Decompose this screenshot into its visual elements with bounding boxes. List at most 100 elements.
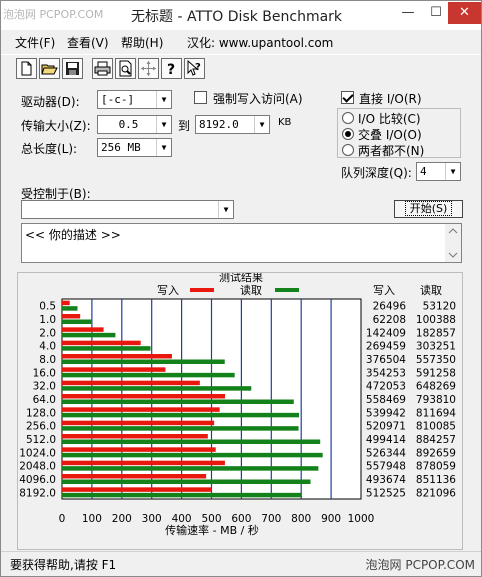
total-length-value: 256 MB xyxy=(101,141,141,154)
x-tick-label: 800 xyxy=(291,513,311,525)
start-button[interactable]: 开始(S) xyxy=(394,200,463,218)
read-value-label: 811694 xyxy=(416,407,456,419)
menu-localization: 汉化: www.upantool.com xyxy=(187,36,334,50)
x-tick-label: 900 xyxy=(321,513,341,525)
maximize-button[interactable]: ☐ xyxy=(422,2,450,24)
description-text: << 你的描述 >> xyxy=(25,228,121,242)
write-value-label: 62208 xyxy=(373,314,406,326)
write-value-label: 142409 xyxy=(366,327,406,339)
write-bar xyxy=(62,380,200,386)
overlapped-io-radio[interactable] xyxy=(342,128,354,140)
write-value-label: 520971 xyxy=(366,421,406,433)
write-bar xyxy=(62,474,207,479)
context-help-icon[interactable]: ? xyxy=(184,58,205,79)
read-bar xyxy=(62,452,323,458)
title-bar[interactable]: 泡泡网 PCPOP.COM 无标题 - ATTO Disk Benchmark … xyxy=(1,1,481,30)
print-icon[interactable] xyxy=(92,58,113,79)
queue-depth-value: 4 xyxy=(420,165,427,178)
io-mode-group: I/O 比较(C) 交叠 I/O(O) 两者都不(N) xyxy=(337,108,461,158)
write-bar xyxy=(62,327,104,332)
chevron-down-icon[interactable]: ▼ xyxy=(254,116,269,133)
read-bar xyxy=(62,346,151,351)
chevron-down-icon[interactable]: ▼ xyxy=(156,139,171,156)
queue-depth-select[interactable]: 4 ▼ xyxy=(416,162,461,181)
col-header-read: 读取 xyxy=(420,283,442,297)
write-bar xyxy=(62,447,216,452)
io-compare-radio[interactable] xyxy=(342,112,354,124)
queue-depth-label: 队列深度(Q): xyxy=(341,166,412,180)
menu-help[interactable]: 帮助(H) xyxy=(121,34,163,51)
write-value-label: 376504 xyxy=(366,354,406,366)
x-tick-label: 1000 xyxy=(348,513,375,525)
write-value-label: 354253 xyxy=(366,367,406,379)
drive-label: 驱动器(D): xyxy=(21,95,80,109)
close-button[interactable]: ✕ xyxy=(448,2,481,24)
kb-label: KB xyxy=(278,117,292,128)
chevron-down-icon[interactable]: ▼ xyxy=(218,201,233,218)
legend-write-swatch xyxy=(190,288,214,292)
write-value-label: 512525 xyxy=(366,487,406,499)
y-tick-label: 512.0 xyxy=(26,434,56,446)
watermark-top: 泡泡网 PCPOP.COM xyxy=(3,8,104,21)
read-bar xyxy=(62,386,252,391)
read-value-label: 591258 xyxy=(416,367,456,379)
chevron-down-icon[interactable]: ▼ xyxy=(156,116,171,133)
write-bar xyxy=(62,394,226,399)
chart-title: 测试结果 xyxy=(219,273,263,284)
print-preview-icon[interactable] xyxy=(115,58,136,79)
app-window: 泡泡网 PCPOP.COM 无标题 - ATTO Disk Benchmark … xyxy=(0,0,482,577)
transfer-from-select[interactable]: 0.5 ▼ xyxy=(97,115,172,134)
minimize-button[interactable]: — xyxy=(394,2,422,24)
x-tick-label: 100 xyxy=(82,513,102,525)
write-bar xyxy=(62,367,166,372)
write-bar xyxy=(62,314,81,319)
new-file-icon[interactable] xyxy=(16,58,37,79)
read-bar xyxy=(62,426,299,431)
x-tick-label: 300 xyxy=(142,513,162,525)
read-value-label: 648269 xyxy=(416,381,456,393)
description-scrollbar[interactable] xyxy=(445,224,461,262)
write-value-label: 526344 xyxy=(366,447,406,459)
neither-label: 两者都不(N) xyxy=(358,144,425,158)
force-write-checkbox[interactable] xyxy=(194,91,207,104)
io-compare-label: I/O 比较(C) xyxy=(358,112,421,126)
read-value-label: 303251 xyxy=(416,341,456,353)
controlled-by-select[interactable]: ▼ xyxy=(21,200,234,219)
svg-text:?: ? xyxy=(167,62,175,78)
read-bar xyxy=(62,492,302,498)
total-length-select[interactable]: 256 MB ▼ xyxy=(97,138,172,157)
chevron-down-icon[interactable]: ▼ xyxy=(156,91,171,108)
x-tick-label: 200 xyxy=(112,513,132,525)
y-tick-label: 16.0 xyxy=(33,367,56,379)
menu-bar: 文件(F) 查看(V) 帮助(H) 汉化: www.upantool.com xyxy=(1,31,481,53)
neither-radio[interactable] xyxy=(342,144,354,156)
y-tick-label: 2.0 xyxy=(39,327,56,339)
drive-select[interactable]: [-c-] ▼ xyxy=(97,90,172,109)
read-bar xyxy=(62,479,311,484)
read-bar xyxy=(62,466,319,471)
y-tick-label: 1.0 xyxy=(39,314,56,326)
write-value-label: 269459 xyxy=(366,341,406,353)
save-icon[interactable] xyxy=(62,58,83,79)
write-bar xyxy=(62,300,70,306)
transfer-to-select[interactable]: 8192.0 ▼ xyxy=(195,115,270,134)
open-folder-icon[interactable] xyxy=(39,58,60,79)
read-value-label: 884257 xyxy=(416,434,456,446)
description-textarea[interactable]: << 你的描述 >> xyxy=(21,223,462,263)
menu-view[interactable]: 查看(V) xyxy=(67,34,109,51)
read-bar xyxy=(62,372,235,378)
write-value-label: 493674 xyxy=(366,474,406,486)
y-tick-label: 1024.0 xyxy=(19,447,56,459)
move-icon[interactable] xyxy=(138,58,159,79)
direct-io-checkbox[interactable] xyxy=(341,91,354,104)
read-value-label: 793810 xyxy=(416,394,456,406)
help-icon[interactable]: ? xyxy=(161,58,182,79)
read-value-label: 182857 xyxy=(416,327,456,339)
transfer-to-value: 8192.0 xyxy=(199,118,239,131)
read-value-label: 100388 xyxy=(416,314,456,326)
menu-file[interactable]: 文件(F) xyxy=(15,34,55,51)
svg-text:?: ? xyxy=(195,62,201,73)
read-bar xyxy=(62,412,300,418)
legend-read-label: 读取 xyxy=(240,283,262,297)
chevron-down-icon[interactable]: ▼ xyxy=(445,163,460,180)
